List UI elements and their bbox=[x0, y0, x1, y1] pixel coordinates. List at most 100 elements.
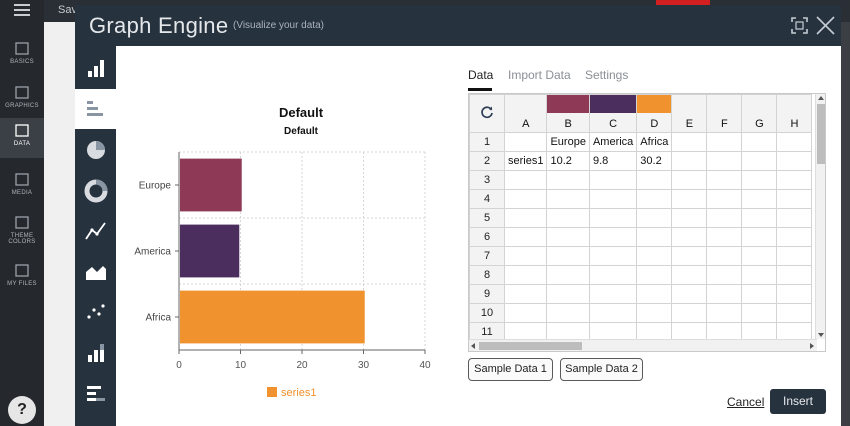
spreadsheet-cell[interactable] bbox=[706, 132, 743, 152]
spreadsheet-cell[interactable] bbox=[671, 284, 708, 304]
spreadsheet-cell[interactable] bbox=[776, 284, 813, 304]
spreadsheet-cell[interactable] bbox=[741, 189, 778, 209]
spreadsheet-cell[interactable] bbox=[776, 227, 813, 247]
spreadsheet-cell[interactable] bbox=[546, 265, 590, 285]
chart-type-button-stacked-bar[interactable] bbox=[75, 333, 116, 373]
spreadsheet-cell[interactable] bbox=[503, 170, 548, 190]
spreadsheet-cell[interactable] bbox=[503, 284, 548, 304]
spreadsheet-cell[interactable]: 9.8 bbox=[588, 151, 638, 171]
column-header-f[interactable]: F bbox=[706, 94, 743, 133]
spreadsheet-cell[interactable] bbox=[776, 170, 813, 190]
spreadsheet-cell[interactable] bbox=[503, 227, 548, 247]
spreadsheet-cell[interactable]: America bbox=[588, 132, 638, 152]
bar-africa[interactable] bbox=[180, 290, 365, 344]
rail-item-data[interactable]: DATA bbox=[0, 118, 44, 158]
spreadsheet-cell[interactable] bbox=[776, 303, 813, 323]
scroll-down-arrow-icon[interactable] bbox=[818, 333, 824, 337]
column-header-d[interactable]: D bbox=[636, 94, 673, 133]
spreadsheet-cell[interactable] bbox=[671, 189, 708, 209]
spreadsheet-cell[interactable] bbox=[706, 303, 743, 323]
spreadsheet-cell[interactable] bbox=[588, 265, 638, 285]
sample-data-1-button[interactable]: Sample Data 1 bbox=[468, 358, 553, 381]
spreadsheet-cell[interactable]: Europe bbox=[546, 132, 590, 152]
spreadsheet-cell[interactable] bbox=[776, 189, 813, 209]
spreadsheet-cell[interactable] bbox=[546, 303, 590, 323]
spreadsheet-cell[interactable] bbox=[741, 246, 778, 266]
spreadsheet-cell[interactable]: 30.2 bbox=[636, 151, 673, 171]
column-header-g[interactable]: G bbox=[741, 94, 778, 133]
spreadsheet-cell[interactable] bbox=[636, 284, 673, 304]
spreadsheet-cell[interactable] bbox=[706, 246, 743, 266]
spreadsheet-cell[interactable] bbox=[741, 151, 778, 171]
row-header[interactable]: 4 bbox=[469, 189, 505, 209]
row-header[interactable]: 10 bbox=[469, 303, 505, 323]
spreadsheet-cell[interactable] bbox=[706, 284, 743, 304]
spreadsheet-cell[interactable] bbox=[741, 284, 778, 304]
column-header-c[interactable]: C bbox=[588, 94, 638, 133]
spreadsheet-cell[interactable] bbox=[503, 132, 548, 152]
spreadsheet-cell[interactable] bbox=[588, 303, 638, 323]
bar-america[interactable] bbox=[180, 224, 240, 278]
horizontal-scrollbar[interactable] bbox=[469, 339, 817, 351]
close-icon[interactable] bbox=[815, 15, 836, 36]
expand-icon[interactable] bbox=[791, 17, 808, 34]
chart-type-button-scatter[interactable] bbox=[75, 292, 116, 332]
spreadsheet-cell[interactable] bbox=[588, 227, 638, 247]
spreadsheet-cell[interactable] bbox=[588, 208, 638, 228]
spreadsheet-cell[interactable] bbox=[776, 265, 813, 285]
tab-import-data[interactable]: Import Data bbox=[508, 68, 571, 82]
spreadsheet-cell[interactable] bbox=[546, 284, 590, 304]
spreadsheet-cell[interactable] bbox=[671, 227, 708, 247]
series-color-swatch[interactable] bbox=[590, 95, 636, 113]
series-color-swatch[interactable] bbox=[547, 95, 589, 113]
spreadsheet-cell[interactable] bbox=[546, 246, 590, 266]
spreadsheet-cell[interactable] bbox=[671, 151, 708, 171]
chart-type-button-vertical-bar[interactable] bbox=[75, 48, 116, 88]
tab-data[interactable]: Data bbox=[468, 68, 493, 82]
spreadsheet-cell[interactable] bbox=[706, 265, 743, 285]
rail-item-basics[interactable]: BASICS bbox=[0, 36, 44, 72]
chart-type-button-stacked-horizontal-bar[interactable] bbox=[75, 374, 116, 414]
column-header-h[interactable]: H bbox=[776, 94, 813, 133]
insert-button[interactable]: Insert bbox=[770, 389, 826, 414]
rail-item-media[interactable]: MEDIA bbox=[0, 167, 44, 203]
horizontal-scroll-thumb[interactable] bbox=[479, 342, 582, 350]
spreadsheet-cell[interactable] bbox=[671, 170, 708, 190]
cancel-link[interactable]: Cancel bbox=[727, 395, 764, 409]
spreadsheet-cell[interactable] bbox=[546, 227, 590, 247]
spreadsheet-cell[interactable] bbox=[706, 189, 743, 209]
chart-type-button-pie[interactable] bbox=[75, 130, 116, 170]
chart-type-button-area[interactable] bbox=[75, 252, 116, 292]
rail-item-graphics[interactable]: GRAPHICS bbox=[0, 80, 44, 116]
scroll-up-arrow-icon[interactable] bbox=[818, 96, 824, 100]
spreadsheet-cell[interactable] bbox=[503, 265, 548, 285]
row-header[interactable]: 8 bbox=[469, 265, 505, 285]
spreadsheet-cell[interactable] bbox=[588, 246, 638, 266]
row-header[interactable]: 9 bbox=[469, 284, 505, 304]
scroll-right-arrow-icon[interactable] bbox=[810, 343, 814, 349]
chart-type-button-horizontal-bar[interactable] bbox=[75, 89, 116, 129]
spreadsheet-cell[interactable] bbox=[636, 246, 673, 266]
spreadsheet-cell[interactable] bbox=[741, 170, 778, 190]
tab-settings[interactable]: Settings bbox=[585, 68, 628, 82]
column-header-b[interactable]: B bbox=[546, 94, 590, 133]
rail-item-my-files[interactable]: MY FILES bbox=[0, 258, 44, 288]
row-header[interactable]: 5 bbox=[469, 208, 505, 228]
spreadsheet-cell[interactable] bbox=[706, 208, 743, 228]
spreadsheet-cell[interactable]: Africa bbox=[636, 132, 673, 152]
spreadsheet-cell[interactable] bbox=[503, 303, 548, 323]
vertical-scroll-thumb[interactable] bbox=[817, 104, 825, 164]
row-header[interactable]: 2 bbox=[469, 151, 505, 171]
spreadsheet-cell[interactable] bbox=[706, 170, 743, 190]
spreadsheet-cell[interactable] bbox=[706, 151, 743, 171]
spreadsheet-cell[interactable] bbox=[636, 189, 673, 209]
spreadsheet-cell[interactable] bbox=[636, 265, 673, 285]
spreadsheet-cell[interactable] bbox=[706, 227, 743, 247]
chart-type-button-donut[interactable] bbox=[75, 171, 116, 211]
chart-type-button-line[interactable] bbox=[75, 211, 116, 251]
bar-europe[interactable] bbox=[180, 158, 242, 212]
scroll-left-arrow-icon[interactable] bbox=[471, 343, 475, 349]
spreadsheet-cell[interactable] bbox=[503, 189, 548, 209]
series-color-swatch[interactable] bbox=[637, 95, 671, 113]
hamburger-menu-icon[interactable] bbox=[14, 4, 30, 16]
